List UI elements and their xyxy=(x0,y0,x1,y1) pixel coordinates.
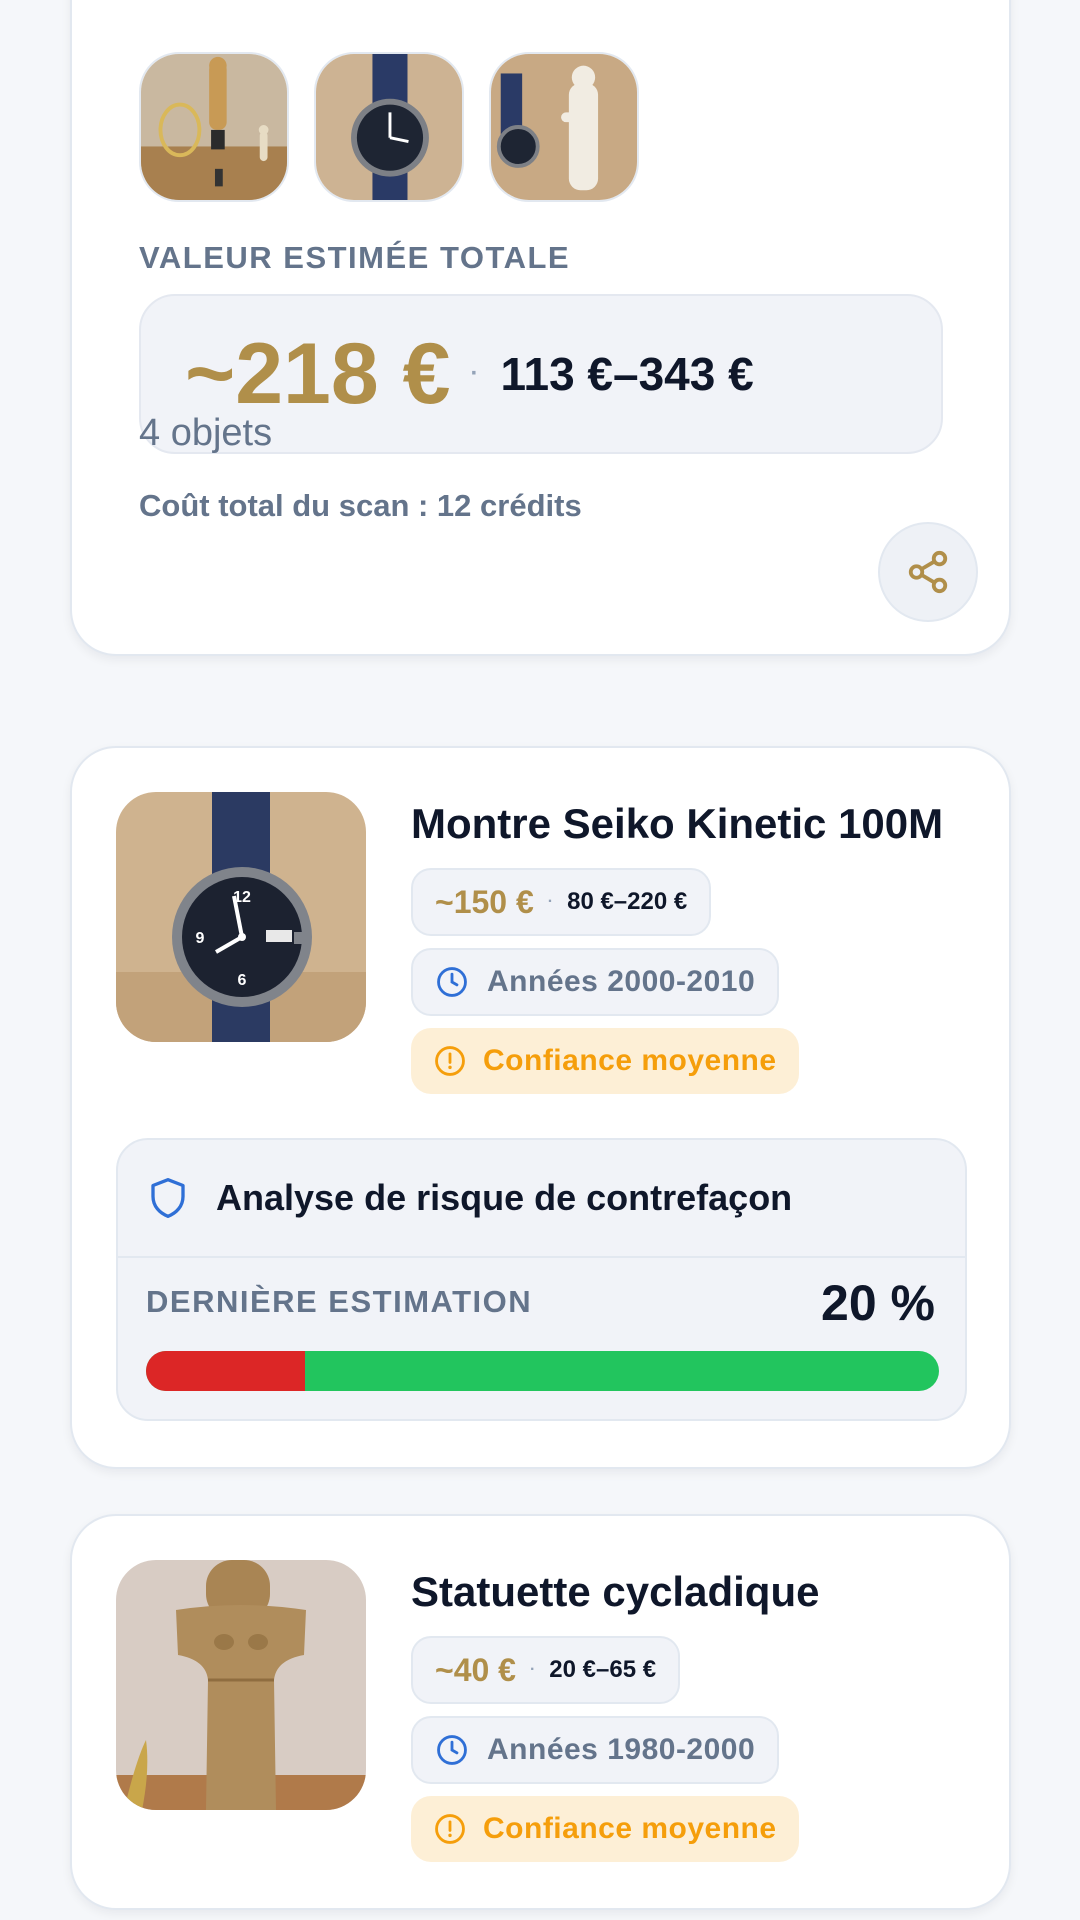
summary-card: VALEUR ESTIMÉE TOTALE ~218 € · 113 €–343… xyxy=(70,0,1011,656)
scan-thumbnail-2[interactable] xyxy=(314,52,464,202)
risk-title: Analyse de risque de contrefaçon xyxy=(216,1177,793,1218)
scan-thumbnail-1[interactable] xyxy=(139,52,289,202)
statuette-photo-icon xyxy=(116,1560,366,1810)
risk-percentage: 20 % xyxy=(821,1275,935,1331)
svg-text:6: 6 xyxy=(238,972,247,989)
risk-header: Analyse de risque de contrefaçon xyxy=(118,1140,965,1258)
era-pill: Années 2000-2010 xyxy=(411,948,780,1016)
separator-dot: · xyxy=(529,1661,536,1678)
price-pill: ~40 € · 20 €–65 € xyxy=(411,1636,681,1704)
risk-bar xyxy=(146,1351,939,1391)
counterfeit-risk-panel: Analyse de risque de contrefaçon DERNIÈR… xyxy=(116,1138,967,1421)
item-card-watch[interactable]: 12 9 6 Montre Seiko Kinetic 100M ~150 € … xyxy=(70,746,1011,1469)
separator-dot: · xyxy=(547,893,554,910)
item-era: Années 1980-2000 xyxy=(487,1733,756,1766)
risk-estimate-label: DERNIÈRE ESTIMATION xyxy=(146,1284,533,1319)
confidence-label: Confiance moyenne xyxy=(483,1812,777,1845)
objects-count: 4 objets xyxy=(139,412,273,454)
total-value-label: VALEUR ESTIMÉE TOTALE xyxy=(139,240,571,275)
item-title: Montre Seiko Kinetic 100M xyxy=(411,800,944,847)
watch-photo-icon xyxy=(316,54,462,200)
statues-photo-icon xyxy=(141,54,287,200)
scan-thumbnail-3[interactable] xyxy=(489,52,639,202)
item-price: ~150 € xyxy=(435,883,534,920)
alert-circle-icon xyxy=(435,1814,465,1844)
total-value: ~218 € xyxy=(185,325,451,422)
separator-dot: · xyxy=(470,360,479,387)
item-card-statuette[interactable]: Statuette cycladique ~40 € · 20 €–65 € A… xyxy=(70,1514,1011,1910)
item-era: Années 2000-2010 xyxy=(487,965,756,998)
confidence-badge: Confiance moyenne xyxy=(411,1028,799,1094)
total-range: 113 €–343 € xyxy=(500,348,754,400)
item-price-range: 20 €–65 € xyxy=(549,1656,657,1683)
item-price: ~40 € xyxy=(435,1651,516,1688)
scan-cost: Coût total du scan : 12 crédits xyxy=(139,488,582,523)
item-photo: 12 9 6 xyxy=(116,792,366,1042)
era-pill: Années 1980-2000 xyxy=(411,1716,780,1784)
clock-icon xyxy=(437,1735,467,1765)
item-photo xyxy=(116,1560,366,1810)
watch-photo-icon: 12 9 6 xyxy=(116,792,366,1042)
confidence-label: Confiance moyenne xyxy=(483,1044,777,1077)
shield-icon xyxy=(151,1177,185,1218)
svg-text:9: 9 xyxy=(196,930,205,947)
price-pill: ~150 € · 80 €–220 € xyxy=(411,868,712,936)
item-price-range: 80 €–220 € xyxy=(567,888,688,915)
risk-bar-fill xyxy=(146,1351,305,1391)
share-button[interactable] xyxy=(878,522,978,622)
clock-icon xyxy=(437,967,467,997)
watch-and-statue-photo-icon xyxy=(491,54,637,200)
confidence-badge: Confiance moyenne xyxy=(411,1796,799,1862)
item-title: Statuette cycladique xyxy=(411,1568,820,1615)
share-icon xyxy=(908,550,948,594)
alert-circle-icon xyxy=(435,1046,465,1076)
